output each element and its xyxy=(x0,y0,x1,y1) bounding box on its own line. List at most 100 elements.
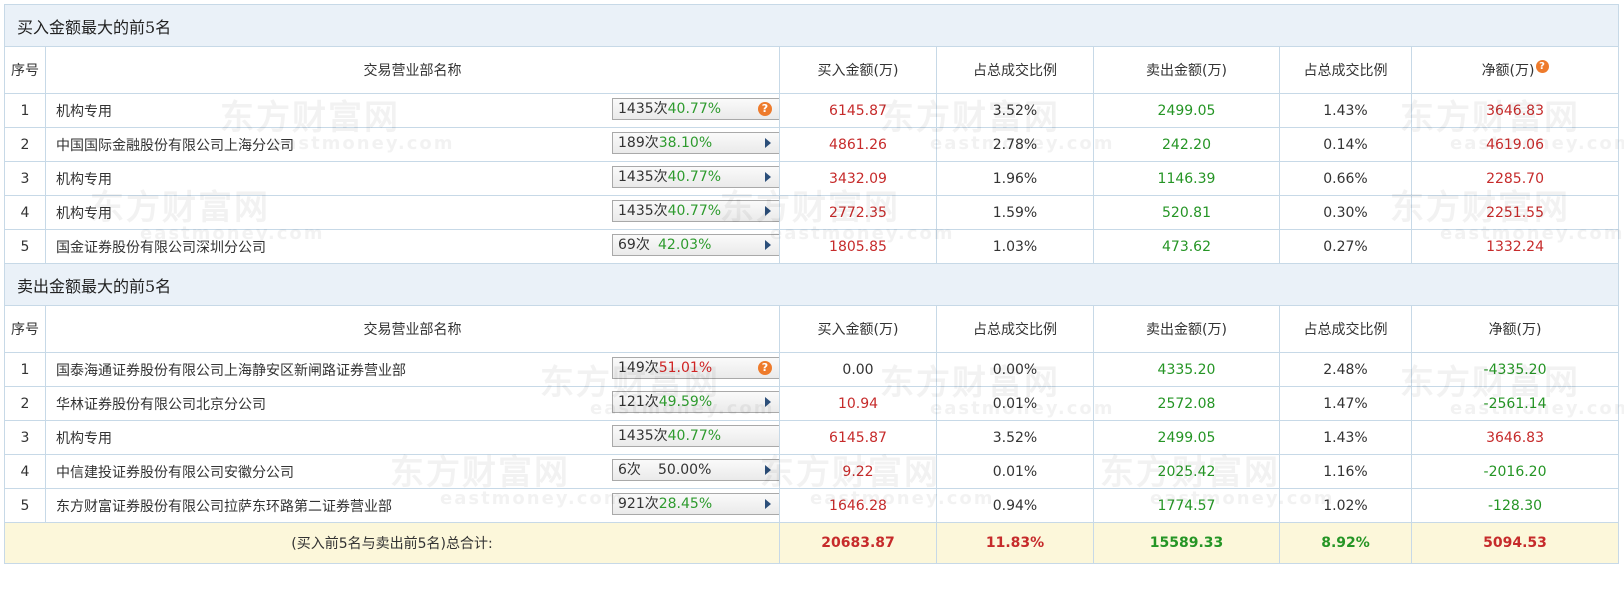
broker-stat-box[interactable]: 1435次40.77% xyxy=(612,200,779,222)
net-amount: -2016.20 xyxy=(1410,454,1620,489)
column-header-label: 净额(万) xyxy=(1481,63,1535,79)
arrow-right-icon[interactable] xyxy=(765,240,771,250)
broker-stat-box[interactable]: 69次 42.03% xyxy=(612,234,779,256)
help-icon[interactable]: ? xyxy=(1535,60,1549,73)
table-row: 1 国泰海通证券股份有限公司上海静安区新闸路证券营业部 149次51.01%? 0.0… xyxy=(4,352,1620,387)
table-row: 5 东方财富证券股份有限公司拉萨东环路第二证券营业部 921次28.45% 1646.… xyxy=(4,488,1620,523)
buy-amount: 1646.28 xyxy=(779,488,937,523)
broker-stat-box[interactable]: 189次38.10% xyxy=(612,132,779,154)
table-row: 3 机构专用 1435次40.77% 6145.87 3.52% 2499.05 1.43%… xyxy=(4,420,1620,455)
broker-stat-box[interactable]: 921次28.45% xyxy=(612,493,779,515)
sell-amount: 1146.39 xyxy=(1093,161,1280,196)
broker-stat-box[interactable]: 121次49.59% xyxy=(612,391,779,413)
column-header-sell: 卖出金额(万) xyxy=(1093,46,1280,94)
buy-ratio: 1.59% xyxy=(936,195,1094,230)
win-rate: 28.45% xyxy=(658,496,713,512)
total-buy: 20683.87 xyxy=(779,522,937,564)
broker-name-link[interactable]: 中信建投证券股份有限公司安徽分公司 xyxy=(56,462,294,482)
broker-name-link[interactable]: 华林证券股份有限公司北京分公司 xyxy=(56,394,266,414)
net-amount: -4335.20 xyxy=(1410,352,1620,387)
broker-name-cell: 国金证券股份有限公司深圳分公司 69次 42.03% xyxy=(45,229,780,264)
trade-count: 69次 xyxy=(618,237,650,253)
column-header-net: 净额(万)? xyxy=(1410,46,1620,94)
sell-amount: 2499.05 xyxy=(1093,93,1280,128)
column-header-label: 净额(万) xyxy=(1488,322,1542,338)
trade-count: 189次 xyxy=(618,135,659,151)
net-amount: 2285.70 xyxy=(1410,161,1620,196)
broker-name-link[interactable]: 国金证券股份有限公司深圳分公司 xyxy=(56,237,266,257)
sell-amount: 473.62 xyxy=(1093,229,1280,264)
broker-name-link[interactable]: 机构专用 xyxy=(56,169,112,189)
column-header-label: 占总成交比例 xyxy=(973,322,1057,338)
sell-ratio: 0.30% xyxy=(1279,195,1412,230)
arrow-right-icon[interactable] xyxy=(765,138,771,148)
broker-name-link[interactable]: 机构专用 xyxy=(56,428,112,448)
net-amount: -2561.14 xyxy=(1410,386,1620,421)
broker-stat-box[interactable]: 1435次40.77% xyxy=(612,166,779,188)
sell-ratio: 1.43% xyxy=(1279,420,1412,455)
rank-cell: 4 xyxy=(4,454,46,489)
buy-amount: 10.94 xyxy=(779,386,937,421)
broker-stat-box[interactable]: 1435次40.77% xyxy=(612,425,779,447)
help-icon[interactable]: ? xyxy=(758,102,772,116)
rank-cell: 3 xyxy=(4,420,46,455)
column-header-sell: 卖出金额(万) xyxy=(1093,305,1280,353)
trade-count: 121次 xyxy=(618,394,659,410)
arrow-right-icon[interactable] xyxy=(765,465,771,475)
broker-stat-box[interactable]: 6次 50.00% xyxy=(612,459,779,481)
broker-name-cell: 国泰海通证券股份有限公司上海静安区新闸路证券营业部 149次51.01%? xyxy=(45,352,780,387)
sell-title-row: 卖出金额最大的前5名 xyxy=(3,263,1620,306)
buy-ratio: 0.94% xyxy=(936,488,1094,523)
table-row: 3 机构专用 1435次40.77% 3432.09 1.96% 1146.39 0.66%… xyxy=(4,161,1620,196)
broker-name-cell: 机构专用 1435次40.77%? xyxy=(45,93,780,128)
rank-cell: 1 xyxy=(4,93,46,128)
column-header-label: 占总成交比例 xyxy=(1303,63,1388,79)
broker-name-cell: 中信建投证券股份有限公司安徽分公司 6次 50.00% xyxy=(45,454,780,489)
broker-name-link[interactable]: 机构专用 xyxy=(56,101,112,121)
buy-ratio: 1.96% xyxy=(936,161,1094,196)
broker-stat-box[interactable]: 1435次40.77%? xyxy=(612,98,779,120)
buy-amount: 4861.26 xyxy=(779,127,937,162)
sell-ratio: 0.14% xyxy=(1279,127,1412,162)
buy-header-row: 序号 交易营业部名称 买入金额(万) 占总成交比例 卖出金额(万) 占总成交比例 净额(万)… xyxy=(4,46,1620,94)
sell-amount: 2025.42 xyxy=(1093,454,1280,489)
broker-name-link[interactable]: 东方财富证券股份有限公司拉萨东环路第二证券营业部 xyxy=(56,496,392,516)
sell-amount: 520.81 xyxy=(1093,195,1280,230)
net-amount: -128.30 xyxy=(1410,488,1620,523)
buy-amount: 0.00 xyxy=(779,352,937,387)
arrow-right-icon[interactable] xyxy=(765,206,771,216)
total-sell-ratio: 8.92% xyxy=(1279,522,1412,564)
column-header-label: 序号 xyxy=(11,63,39,79)
win-rate: 50.00% xyxy=(658,462,712,478)
section-title: 卖出金额最大的前5名 xyxy=(3,263,1620,306)
arrow-right-icon[interactable] xyxy=(765,172,771,182)
rank-cell: 3 xyxy=(4,161,46,196)
column-header-label: 占总成交比例 xyxy=(973,63,1057,79)
broker-name-link[interactable]: 国泰海通证券股份有限公司上海静安区新闸路证券营业部 xyxy=(56,360,406,380)
buy-amount: 6145.87 xyxy=(779,93,937,128)
column-header-label: 卖出金额(万) xyxy=(1146,63,1227,79)
broker-name-cell: 中国国际金融股份有限公司上海分公司 189次38.10% xyxy=(45,127,780,162)
sell-ratio: 0.66% xyxy=(1279,161,1412,196)
rank-cell: 1 xyxy=(4,352,46,387)
help-icon[interactable]: ? xyxy=(758,361,772,375)
broker-stat-box[interactable]: 149次51.01%? xyxy=(612,357,779,379)
column-header-rank: 序号 xyxy=(4,46,46,94)
broker-name-link[interactable]: 机构专用 xyxy=(56,203,112,223)
sell-amount: 4335.20 xyxy=(1093,352,1280,387)
buy-ratio: 0.01% xyxy=(936,454,1094,489)
sell-amount: 1774.57 xyxy=(1093,488,1280,523)
column-header-label: 交易营业部名称 xyxy=(363,63,462,79)
arrow-right-icon[interactable] xyxy=(765,499,771,509)
table-row: 4 机构专用 1435次40.77% 2772.35 1.59% 520.81 0.30% 2… xyxy=(4,195,1620,230)
sell-amount: 2499.05 xyxy=(1093,420,1280,455)
buy-ratio: 3.52% xyxy=(936,420,1094,455)
net-amount: 3646.83 xyxy=(1410,93,1620,128)
broker-name-cell: 机构专用 1435次40.77% xyxy=(45,420,780,455)
broker-name-link[interactable]: 中国国际金融股份有限公司上海分公司 xyxy=(56,135,294,155)
broker-table: 买入金额最大的前5名 序号 交易营业部名称 买入金额(万) 占总成交比例 卖出金额(万) 占… xyxy=(3,4,1620,564)
net-amount: 4619.06 xyxy=(1410,127,1620,162)
trade-count: 6次 xyxy=(618,462,641,478)
rank-cell: 5 xyxy=(4,229,46,264)
arrow-right-icon[interactable] xyxy=(765,397,771,407)
